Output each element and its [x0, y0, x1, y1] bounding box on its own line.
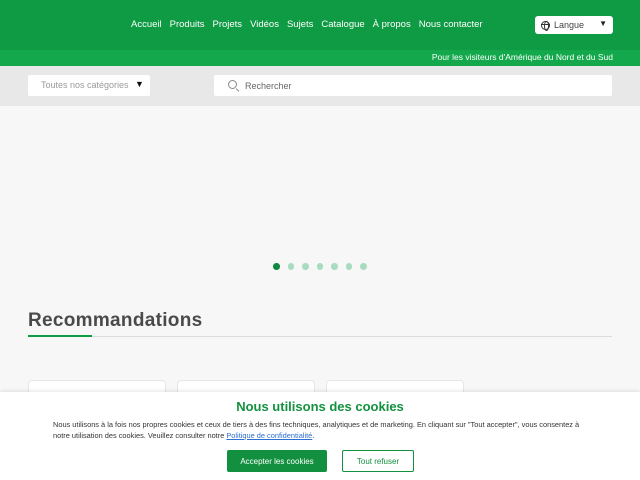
nav-item-accueil[interactable]: Accueil: [131, 18, 162, 32]
nav-item-produits[interactable]: Produits: [170, 18, 205, 32]
category-select[interactable]: Toutes nos catégories ▼: [28, 75, 150, 96]
refuse-all-button[interactable]: Tout refuser: [342, 450, 414, 472]
cookie-text-end: .: [312, 431, 315, 440]
cookie-text-body: Nous utilisons à la fois nos propres coo…: [53, 420, 580, 440]
region-bar: Pour les visiteurs d'Amérique du Nord et…: [0, 50, 640, 66]
section-accent-bar: [28, 335, 92, 337]
language-label: Langue: [554, 20, 585, 30]
carousel-dot[interactable]: [360, 263, 367, 270]
nav-item-nous-contacter[interactable]: Nous contacter: [419, 18, 483, 32]
main-nav: Accueil Produits Projets Vidéos Sujets C…: [131, 18, 491, 32]
language-select[interactable]: Langue ▼: [535, 16, 613, 34]
nav-item-catalogue[interactable]: Catalogue: [321, 18, 364, 32]
header-bar: Accueil Produits Projets Vidéos Sujets C…: [0, 0, 640, 50]
carousel-dot[interactable]: [331, 263, 338, 270]
recommendations-heading: Recommandations: [28, 310, 203, 331]
nav-item-a-propos[interactable]: À propos: [373, 18, 411, 32]
region-text[interactable]: Pour les visiteurs d'Amérique du Nord et…: [432, 52, 613, 62]
privacy-policy-link[interactable]: Politique de confidentialité: [226, 431, 312, 440]
carousel-dot[interactable]: [345, 263, 352, 270]
cookie-banner-text: Nous utilisons à la fois nos propres coo…: [53, 419, 593, 441]
globe-icon: [541, 20, 550, 31]
nav-item-videos[interactable]: Vidéos: [250, 18, 279, 32]
search-bar: Toutes nos catégories ▼: [0, 66, 640, 106]
category-select-value: Toutes nos catégories: [41, 80, 129, 90]
section-divider: [28, 336, 612, 337]
search-icon[interactable]: [228, 80, 237, 89]
nav-item-sujets[interactable]: Sujets: [287, 18, 313, 32]
accept-cookies-button[interactable]: Accepter les cookies: [227, 450, 327, 472]
carousel-dot[interactable]: [302, 263, 309, 270]
search-input[interactable]: [245, 77, 595, 94]
chevron-down-icon: ▼: [134, 79, 144, 89]
carousel-dot[interactable]: [273, 263, 280, 270]
carousel-dot[interactable]: [287, 263, 294, 270]
carousel-dot[interactable]: [316, 263, 323, 270]
chevron-down-icon: ▼: [599, 19, 607, 28]
cookie-banner-title: Nous utilisons des cookies: [236, 399, 404, 414]
carousel-dots: [273, 263, 367, 270]
search-box: [214, 75, 612, 96]
nav-item-projets[interactable]: Projets: [212, 18, 242, 32]
